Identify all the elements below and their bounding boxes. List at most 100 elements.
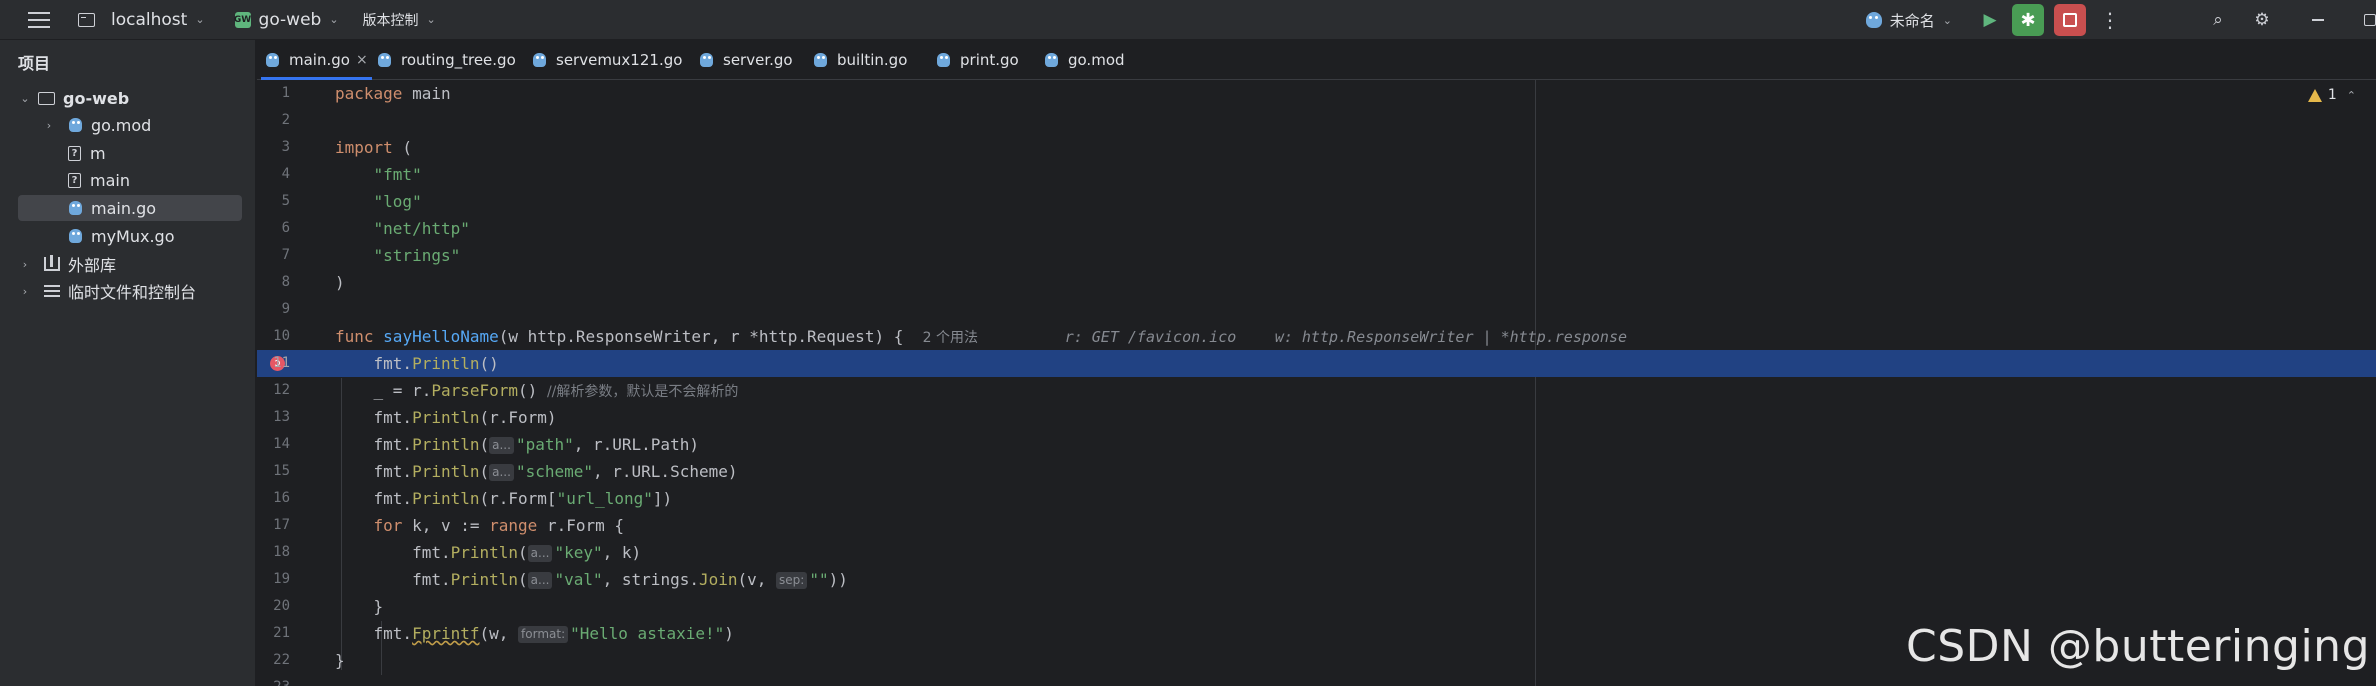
tree-item-external-libs[interactable]: › 外部库: [18, 251, 258, 277]
run-config-label: 未命名: [1889, 11, 1935, 30]
terminal-icon: [78, 12, 95, 27]
code-line: 1 package main: [281, 84, 451, 103]
chevron-down-icon: ⌄: [426, 13, 436, 26]
tree-item-label: main.go: [91, 198, 157, 218]
code-line: 15 fmt.Println(a... "scheme", r.URL.Schem…: [273, 462, 738, 481]
search-icon[interactable]: ⌕: [2208, 10, 2228, 30]
code-line: 2: [281, 112, 290, 128]
tab-go-mod[interactable]: go.mod: [1044, 40, 1125, 80]
go-file-icon: [377, 52, 392, 68]
debug-value-r: r: GET /favicon.ico: [1064, 328, 1237, 346]
code-line: 20 }: [273, 597, 384, 616]
code-line: 19 fmt.Println(a... "val", strings.Join(v…: [273, 570, 848, 589]
project-selector[interactable]: GW go-web ⌄: [234, 0, 339, 40]
project-panel-title: 项目: [18, 54, 51, 73]
usages-hint[interactable]: 2 个用法: [923, 330, 978, 346]
chevron-down-icon[interactable]: ⌄: [18, 92, 32, 105]
editor-tabs: main.go × routing_tree.go servemux121.go…: [257, 40, 2376, 80]
tab-print-go[interactable]: print.go: [936, 40, 1019, 80]
tree-item-scratches[interactable]: › 临时文件和控制台: [18, 278, 258, 304]
host-label: localhost: [111, 9, 188, 30]
code-line: 18 fmt.Println(a... "key", k): [273, 543, 642, 562]
gopher-icon: [1865, 12, 1882, 28]
debug-value-w: w: http.ResponseWriter | *http.response: [1274, 328, 1628, 346]
go-file-icon: [68, 200, 83, 216]
tab-routing-tree-go[interactable]: routing_tree.go: [377, 40, 516, 80]
vcs-selector[interactable]: 版本控制 ⌄: [363, 0, 436, 40]
code-line: 23: [257, 674, 2376, 686]
more-actions-icon[interactable]: ⋮: [2100, 8, 2120, 32]
code-line: 4 "fmt": [281, 165, 422, 184]
tree-item-label: m: [90, 143, 106, 163]
chevron-right-icon[interactable]: ›: [18, 258, 32, 271]
current-execution-line: 11 fmt.Println(): [257, 350, 2376, 377]
code-line: 14 fmt.Println(a... "path", r.URL.Path): [273, 435, 699, 454]
tree-item-go-mod[interactable]: › go.mod: [42, 112, 282, 138]
code-line: 12 _ = r.ParseForm() //解析参数，默认是不会解析的: [273, 381, 739, 400]
code-line: 13 fmt.Println(r.Form): [273, 408, 557, 427]
tree-root-label: go-web: [63, 88, 130, 108]
tree-item-label: go.mod: [91, 115, 152, 135]
code-line: 6 "net/http": [281, 219, 470, 238]
project-badge-icon: GW: [234, 11, 251, 28]
project-panel: 项目 ⌄ go-web › go.mod ? m ? main main.go …: [0, 40, 256, 686]
stop-icon: [2063, 13, 2077, 27]
go-file-icon: [68, 117, 83, 133]
project-label: go-web: [258, 9, 322, 30]
tree-item-label: 临时文件和控制台: [68, 283, 197, 302]
tab-label: print.go: [960, 51, 1019, 69]
code-line: 7 "strings": [281, 246, 461, 265]
go-file-icon: [699, 52, 714, 68]
tab-label: main.go: [289, 51, 350, 69]
go-file-icon: [265, 52, 280, 68]
chevron-right-icon[interactable]: ›: [42, 119, 56, 132]
run-config-selector[interactable]: 未命名 ⌄: [1865, 10, 1952, 31]
code-editor[interactable]: 1 ⌃ 1 package main 2 3 import ( 4 "fmt" 5 …: [257, 80, 2376, 686]
host-selector[interactable]: localhost ⌄: [78, 0, 205, 40]
gear-icon[interactable]: ⚙: [2252, 10, 2272, 30]
tree-item-label: main: [90, 170, 130, 190]
tree-item-label: 外部库: [68, 256, 117, 275]
resume-button[interactable]: ▶: [1978, 8, 2002, 32]
debug-button[interactable]: ✱: [2012, 4, 2044, 36]
unknown-file-icon: ?: [68, 145, 81, 161]
tree-item-label: myMux.go: [91, 226, 175, 246]
watermark-text: CSDN @butteringing: [1906, 621, 2370, 672]
code-line: 17 for k, v := range r.Form {: [273, 516, 625, 535]
tab-label: server.go: [723, 51, 793, 69]
code-line: 8): [281, 273, 345, 292]
vcs-label: 版本控制: [362, 12, 419, 29]
go-file-icon: [1044, 52, 1059, 68]
code-line: 9: [281, 301, 290, 317]
code-comment: //解析参数，默认是不会解析的: [546, 384, 739, 400]
tab-main-go[interactable]: main.go ×: [261, 40, 372, 80]
unknown-file-icon: ?: [68, 172, 81, 188]
minimize-button[interactable]: [2312, 19, 2324, 21]
scratches-icon: [44, 284, 60, 298]
code-line: 10 func sayHelloName(w http.ResponseWrite…: [273, 327, 1628, 346]
stop-button[interactable]: [2054, 4, 2086, 36]
go-file-icon: [532, 52, 547, 68]
chevron-down-icon: ⌄: [1942, 13, 1952, 27]
code-line: 16 fmt.Println(r.Form["url_long"]): [273, 489, 673, 508]
tab-label: routing_tree.go: [401, 51, 516, 69]
chevron-down-icon: ⌄: [195, 13, 205, 26]
main-menu-icon[interactable]: [28, 11, 50, 28]
tab-builtin-go[interactable]: builtin.go: [813, 40, 907, 80]
folder-icon: [38, 91, 55, 105]
chevron-down-icon: ⌄: [329, 13, 339, 26]
library-icon: [44, 255, 60, 271]
close-icon[interactable]: ×: [356, 52, 368, 68]
go-file-icon: [68, 228, 83, 244]
chevron-right-icon[interactable]: ›: [18, 285, 32, 298]
tree-item-main-go[interactable]: main.go: [18, 195, 242, 221]
tab-servemux121-go[interactable]: servemux121.go: [532, 40, 682, 80]
go-file-icon: [813, 52, 828, 68]
restore-button[interactable]: [2364, 14, 2376, 26]
tab-server-go[interactable]: server.go: [699, 40, 793, 80]
tree-root-go-web[interactable]: ⌄ go-web: [18, 85, 258, 111]
code-line: 5 "log": [281, 192, 422, 211]
tab-label: servemux121.go: [556, 51, 683, 69]
go-file-icon: [936, 52, 951, 68]
tab-label: go.mod: [1068, 51, 1125, 69]
